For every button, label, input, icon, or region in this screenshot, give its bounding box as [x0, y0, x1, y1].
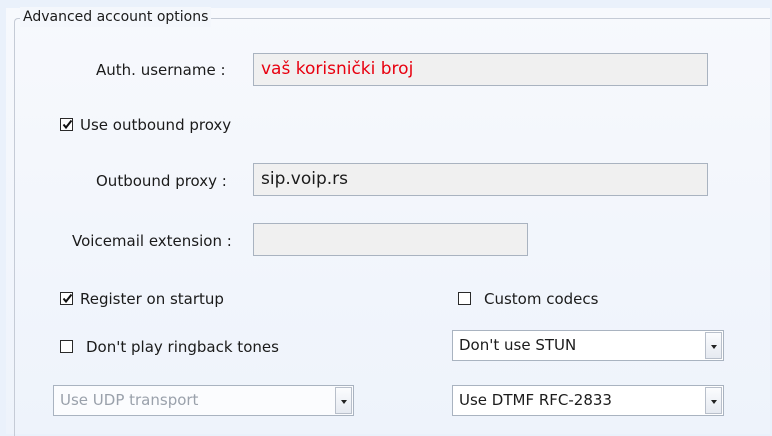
voicemail-extension-label: Voicemail extension : [72, 232, 232, 250]
auth-username-label: Auth. username : [96, 61, 226, 79]
stun-select-value: Don't use STUN [459, 336, 577, 354]
custom-codecs-label: Custom codecs [484, 290, 599, 308]
use-outbound-proxy-checkbox[interactable] [60, 118, 73, 131]
dtmf-select-value: Use DTMF RFC-2833 [459, 391, 612, 409]
use-outbound-proxy-label: Use outbound proxy [80, 116, 232, 134]
check-mark-icon [62, 119, 73, 130]
no-ringback-tones-checkbox[interactable] [60, 340, 73, 353]
chevron-down-icon [711, 345, 717, 349]
dtmf-dropdown-button[interactable] [705, 387, 722, 414]
no-ringback-tones-label: Don't play ringback tones [86, 338, 279, 356]
voicemail-extension-input[interactable] [253, 223, 528, 256]
transport-dropdown-button[interactable] [335, 387, 352, 414]
stun-dropdown-button[interactable] [705, 332, 722, 359]
outbound-proxy-input[interactable]: sip.voip.rs [253, 163, 708, 196]
outbound-proxy-label: Outbound proxy : [96, 172, 227, 190]
group-title: Advanced account options [20, 7, 212, 27]
chevron-down-icon [341, 400, 347, 404]
register-on-startup-checkbox[interactable] [60, 292, 73, 305]
custom-codecs-checkbox[interactable] [458, 292, 471, 305]
check-mark-icon [62, 293, 73, 304]
register-on-startup-label: Register on startup [80, 290, 224, 308]
dtmf-select[interactable]: Use DTMF RFC-2833 [452, 385, 724, 416]
transport-select-value: Use UDP transport [60, 391, 199, 409]
chevron-down-icon [711, 400, 717, 404]
auth-username-input[interactable]: vaš korisnički broj [253, 53, 708, 86]
transport-select[interactable]: Use UDP transport [53, 385, 354, 416]
stun-select[interactable]: Don't use STUN [452, 330, 724, 361]
